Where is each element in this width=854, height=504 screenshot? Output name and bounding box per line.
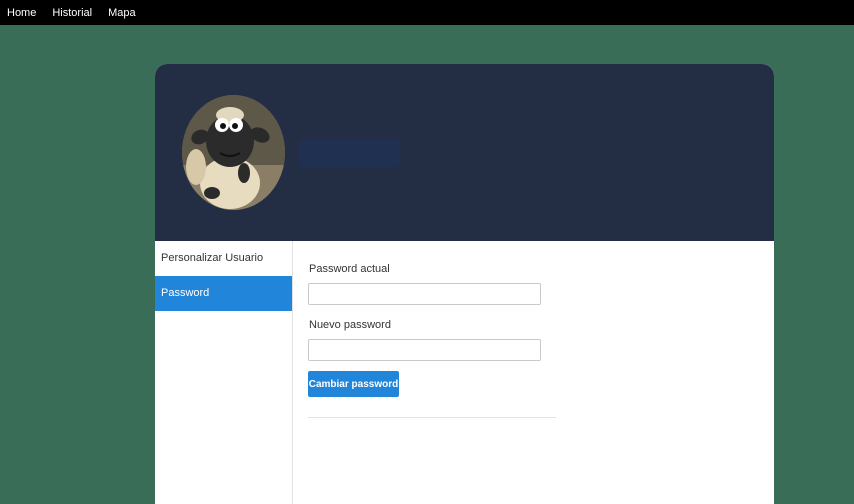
- new-password-label: Nuevo password: [309, 319, 391, 331]
- nav-link-mapa[interactable]: Mapa: [108, 7, 136, 19]
- current-password-label: Password actual: [309, 263, 390, 275]
- nav-link-home[interactable]: Home: [7, 7, 36, 19]
- sidebar-item-password[interactable]: Password: [155, 276, 292, 311]
- profile-header: [155, 64, 774, 241]
- change-password-button[interactable]: Cambiar password: [308, 371, 399, 397]
- settings-sidebar: Personalizar Usuario Password: [155, 241, 293, 504]
- new-password-input[interactable]: [308, 339, 541, 361]
- sheep-avatar-icon: [182, 95, 285, 210]
- nav-link-historial[interactable]: Historial: [52, 7, 92, 19]
- username-display: [299, 139, 400, 167]
- form-divider: [308, 417, 556, 418]
- top-navbar: Home Historial Mapa: [0, 0, 854, 25]
- profile-card: Personalizar Usuario Password Password a…: [155, 64, 774, 504]
- sidebar-item-personalizar-usuario[interactable]: Personalizar Usuario: [155, 241, 292, 276]
- current-password-input[interactable]: [308, 283, 541, 305]
